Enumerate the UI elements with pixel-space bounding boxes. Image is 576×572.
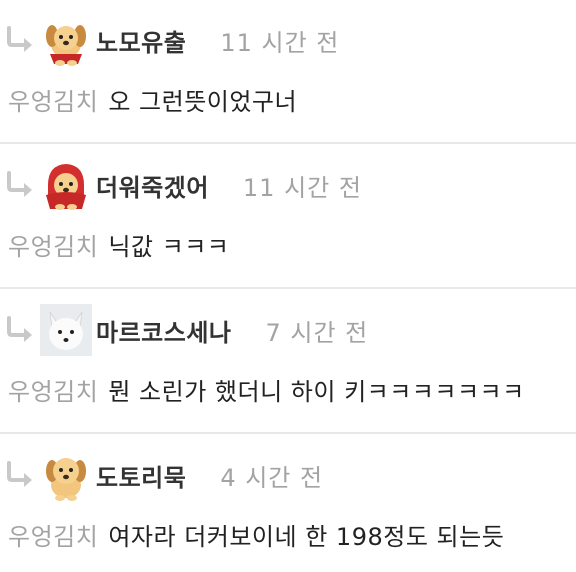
comment-header: 더워죽겠어 11 시간 전 [0,159,362,211]
comment-timestamp: 7 시간 전 [265,318,369,347]
comment-item: 마르코스세나 7 시간 전 우엉김치 뭔 소린가 했더니 하이 키ㅋㅋㅋㅋㅋㅋㅋ [0,290,576,434]
reply-arrow-icon [7,26,32,52]
comment-header: 도토리묵 4 시간 전 [0,449,323,501]
comment-text: 여자라 더커보이네 한 198정도 되는듯 [108,523,505,551]
puppy-icon[interactable] [40,449,92,501]
comment-text: 오 그런뜻이었구너 [108,88,298,116]
comment-nickname[interactable]: 더워죽겠어 [96,168,209,203]
white-fox-icon[interactable] [40,304,92,356]
comment-nickname[interactable]: 노모유출 [96,23,186,58]
comment-body: 우엉김치 오 그런뜻이었구너 [8,82,297,117]
comment-header: 마르코스세나 7 시간 전 [0,304,368,356]
comment-body: 우엉김치 뭔 소린가 했더니 하이 키ㅋㅋㅋㅋㅋㅋㅋ [8,372,525,407]
comment-item: 도토리묵 4 시간 전 우엉김치 여자라 더커보이네 한 198정도 되는듯 [0,435,576,572]
reply-arrow-icon [7,461,32,487]
comment-timestamp: 11 시간 전 [220,28,340,57]
reply-arrow-icon [7,316,32,342]
comment-body: 우엉김치 닉값 ㅋㅋㅋ [8,227,229,262]
comment-list: 노모유출 11 시간 전 우엉김치 오 그런뜻이었구너 더워죽겠어 11 시간 … [0,0,576,572]
reply-arrow-icon [7,171,32,197]
comment-mention[interactable]: 우엉김치 [8,378,98,406]
comment-text: 닉값 ㅋㅋㅋ [108,233,230,261]
comment-nickname[interactable]: 마르코스세나 [96,313,231,348]
comment-header: 노모유출 11 시간 전 [0,14,339,66]
comment-nickname[interactable]: 도토리묵 [96,458,186,493]
comment-text: 뭔 소린가 했더니 하이 키ㅋㅋㅋㅋㅋㅋㅋ [108,378,525,406]
comment-mention[interactable]: 우엉김치 [8,88,98,116]
comment-timestamp: 11 시간 전 [242,173,362,202]
comment-item: 노모유출 11 시간 전 우엉김치 오 그런뜻이었구너 [0,0,576,144]
comment-mention[interactable]: 우엉김치 [8,523,98,551]
puppy-red-scarf-icon[interactable] [40,14,92,66]
comment-mention[interactable]: 우엉김치 [8,233,98,261]
comment-body: 우엉김치 여자라 더커보이네 한 198정도 되는듯 [8,517,504,552]
comment-item: 더워죽겠어 11 시간 전 우엉김치 닉값 ㅋㅋㅋ [0,145,576,289]
comment-timestamp: 4 시간 전 [220,463,324,492]
puppy-red-hood-icon[interactable] [40,159,92,211]
